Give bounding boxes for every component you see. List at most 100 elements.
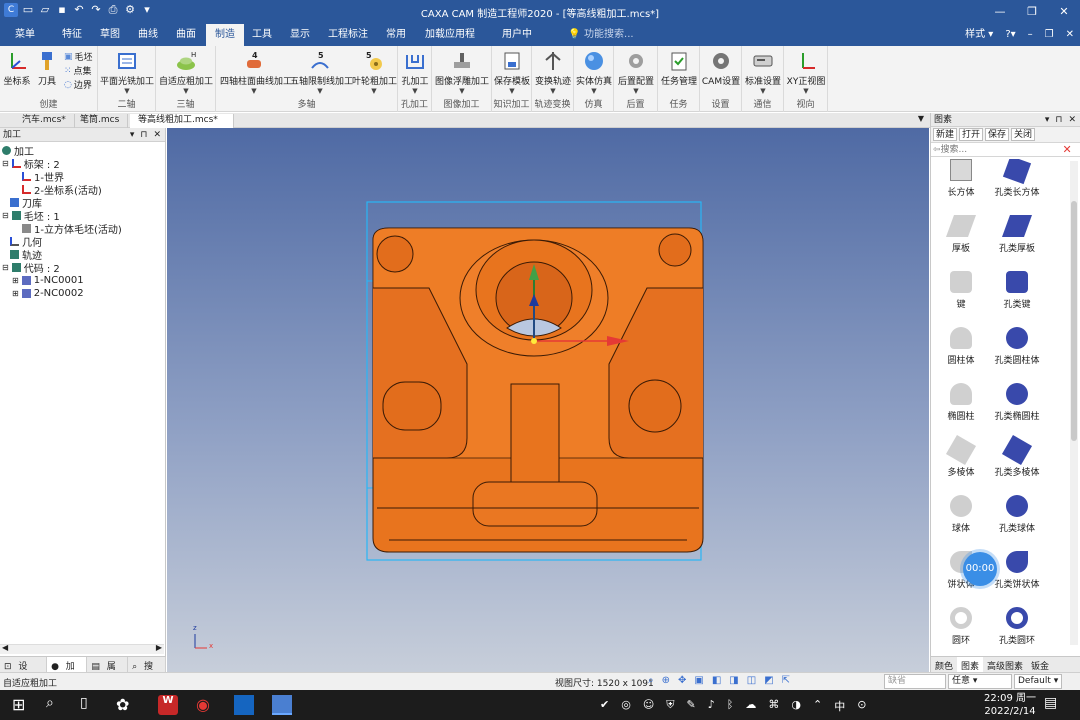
tab-common[interactable]: 常用 <box>378 24 414 46</box>
hole-machining-button[interactable]: 孔加工 ▼ <box>398 48 432 95</box>
element-hole-cylinder[interactable]: 孔类圆柱体 <box>987 327 1047 366</box>
tray-app-icon[interactable]: ✔ <box>600 698 609 714</box>
tab-sketch[interactable]: 草图 <box>92 24 128 46</box>
restore-button[interactable]: ❐ <box>1016 0 1048 24</box>
chevron-up-icon[interactable]: ⌃ <box>813 698 822 714</box>
scroll-right-icon[interactable]: ▶ <box>156 643 162 652</box>
browser-icon[interactable]: ◉ <box>196 695 216 715</box>
post-config-button[interactable]: 后置配置 ▼ <box>616 48 656 95</box>
tree-node-code[interactable]: ⊟ 代码 : 2 <box>2 261 60 275</box>
tab-machining[interactable]: ● 加工 <box>47 657 88 687</box>
task-view-icon[interactable]: ▯ <box>80 695 100 715</box>
panel-menu-icon[interactable]: ▾ <box>130 128 135 142</box>
tab-properties[interactable]: ▤ 属性 <box>87 657 129 687</box>
clear-search-icon[interactable]: ✕ <box>1063 143 1072 156</box>
zoom-icon[interactable]: ⊕ <box>662 675 670 686</box>
collapse-icon[interactable]: ⊟ <box>2 159 9 168</box>
windows-start-icon[interactable]: ⊞ <box>12 695 32 715</box>
tab-design[interactable]: ⊡ 设计... <box>0 657 48 687</box>
tab-surface[interactable]: 曲面 <box>168 24 204 46</box>
tree-node-code-1[interactable]: ⊞ 1-NC0001 <box>12 274 84 287</box>
tab-user-center[interactable]: 用户中心 <box>492 24 542 62</box>
pan-icon[interactable]: ✥ <box>678 675 686 686</box>
tab-list-icon[interactable]: ▼ <box>918 114 924 123</box>
taskbar-clock[interactable]: 22:09 周一 2022/2/14 <box>984 692 1036 718</box>
tab-menu[interactable]: 菜单 <box>6 24 44 46</box>
tree-node-code-2[interactable]: ⊞ 2-NC0002 <box>12 287 84 300</box>
pin-icon[interactable]: ⊓ <box>140 128 147 142</box>
tab-sheet-metal[interactable]: 钣金 <box>1027 657 1053 672</box>
coord-system-button[interactable]: 坐标系 <box>2 48 32 87</box>
ime-indicator[interactable]: 中 <box>834 698 845 714</box>
pick-filter-dropdown[interactable]: 缺省 <box>884 674 946 689</box>
tab-manufacture[interactable]: 制造 <box>206 24 244 46</box>
tab-search[interactable]: ⌕ 搜索 <box>128 657 166 687</box>
caxa-active-icon[interactable] <box>272 695 292 715</box>
ribbon-restore-icon[interactable]: ❐ <box>1045 24 1054 46</box>
tray-cloud-icon[interactable]: ☁ <box>745 698 756 714</box>
wireframe-icon[interactable]: ◫ <box>747 675 756 686</box>
element-slab[interactable]: 厚板 <box>931 215 991 254</box>
tray-antivirus-icon[interactable]: ⛨ <box>666 698 674 714</box>
horizontal-scrollbar[interactable]: ◀ ▶ <box>0 643 164 654</box>
pointset-button[interactable]: ⁙ 点集 <box>64 64 92 78</box>
close-button[interactable]: ✕ <box>1048 0 1080 24</box>
back-arrow-icon[interactable]: ⇦ <box>933 145 941 155</box>
new-button[interactable]: 新建 <box>933 128 958 141</box>
tab-display[interactable]: 显示 <box>282 24 318 46</box>
open-button[interactable]: 打开 <box>959 128 984 141</box>
tray-record-icon[interactable]: ◎ <box>621 698 631 714</box>
tab-feature[interactable]: 特征 <box>54 24 90 46</box>
select-cursor-icon[interactable]: ⇱ <box>782 675 790 686</box>
wps-icon[interactable]: W <box>158 695 178 715</box>
ribbon-minimize-icon[interactable]: – <box>1028 24 1033 46</box>
display-mode-icon[interactable]: ◧ <box>712 675 721 686</box>
save-template-button[interactable]: 保存模板 ▼ <box>492 48 532 95</box>
element-hole-cuboid[interactable]: 孔类长方体 <box>987 159 1047 198</box>
plane-mill-button[interactable]: 平面光铣加工 ▼ <box>100 48 154 95</box>
five-axis-limit-button[interactable]: 5 五轴限制线加工 ▼ <box>290 48 353 95</box>
close-icon[interactable]: ✕ <box>1068 113 1076 127</box>
recording-timer[interactable]: 00:00 <box>963 552 997 586</box>
element-elliptic-cylinder[interactable]: 椭圆柱 <box>931 383 991 422</box>
element-cylinder[interactable]: 圆柱体 <box>931 327 991 366</box>
element-hole-torus[interactable]: 孔类圆环 <box>987 607 1047 646</box>
tray-game-icon[interactable]: ◑ <box>791 698 801 714</box>
scroll-thumb[interactable] <box>1071 201 1077 441</box>
tab-tools[interactable]: 工具 <box>244 24 280 46</box>
element-torus[interactable]: 圆环 <box>931 607 991 646</box>
save-button[interactable]: 保存 <box>985 128 1010 141</box>
render-icon[interactable]: ◩ <box>764 675 773 686</box>
snap-mode-dropdown[interactable]: 任意 ▾ <box>948 674 1012 689</box>
pin-icon[interactable]: ⊓ <box>1055 113 1062 127</box>
element-hole-elliptic-cylinder[interactable]: 孔类椭圆柱 <box>987 383 1047 422</box>
tab-advanced-elements[interactable]: 高级图素 <box>983 657 1027 672</box>
tab-elements[interactable]: 图素 <box>957 657 984 672</box>
close-icon[interactable]: ✕ <box>153 128 161 142</box>
tray-app3-icon[interactable]: ⌘ <box>768 698 779 714</box>
tray-app2-icon[interactable]: ✎ <box>687 698 696 714</box>
element-key[interactable]: 键 <box>931 271 991 310</box>
ribbon-close-icon[interactable]: ✕ <box>1066 24 1074 46</box>
boundary-button[interactable]: ◌ 边界 <box>64 78 92 92</box>
expand-icon[interactable]: ⊞ <box>12 289 19 298</box>
close-button[interactable]: 关闭 <box>1011 128 1036 141</box>
part-model[interactable] <box>167 128 929 672</box>
image-relief-button[interactable]: 图像浮雕加工 ▼ <box>435 48 489 95</box>
collapse-icon[interactable]: ⊟ <box>2 263 9 272</box>
cam-settings-button[interactable]: CAM设置 <box>701 48 741 87</box>
minimize-button[interactable]: — <box>984 0 1016 24</box>
search-icon[interactable]: ⌕ <box>46 695 66 715</box>
element-cuboid[interactable]: 长方体 <box>931 159 991 198</box>
shading-icon[interactable]: ◨ <box>729 675 738 686</box>
collapse-icon[interactable]: ⊟ <box>2 211 9 220</box>
tab-annotation[interactable]: 工程标注 <box>322 24 374 46</box>
element-hole-key[interactable]: 孔类键 <box>987 271 1047 310</box>
bluetooth-icon[interactable]: ᛒ <box>727 698 734 714</box>
function-search[interactable]: 💡 功能搜索... <box>556 24 646 46</box>
app-pinwheel-icon[interactable]: ✿ <box>116 695 136 715</box>
elements-scrollbar[interactable] <box>1070 161 1078 645</box>
expand-icon[interactable]: ⊞ <box>12 276 19 285</box>
3d-viewport[interactable]: z x <box>167 128 929 672</box>
style-dropdown[interactable]: Default ▾ <box>1014 674 1062 689</box>
